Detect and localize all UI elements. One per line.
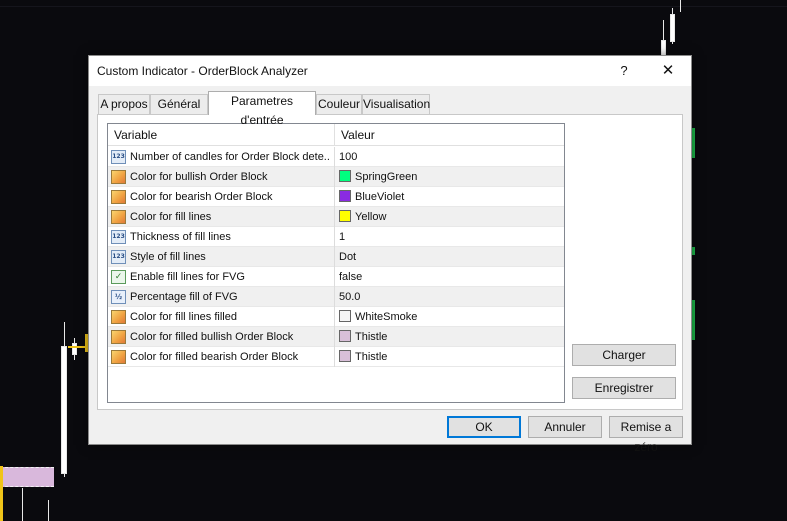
dialog-titlebar[interactable]: Custom Indicator - OrderBlock Analyzer ?… — [89, 56, 691, 86]
candle-wick — [22, 488, 23, 521]
table-row[interactable]: Color for bearish Order Block BlueViolet — [108, 187, 564, 207]
table-row[interactable]: Color for fill lines Yellow — [108, 207, 564, 227]
close-button[interactable]: ✕ — [655, 61, 681, 81]
table-row[interactable]: Color for fill lines filled WhiteSmoke — [108, 307, 564, 327]
table-row[interactable]: 123 Thickness of fill lines 1 — [108, 227, 564, 247]
row-value[interactable]: 50.0 — [339, 287, 360, 307]
row-value[interactable]: Thistle — [355, 327, 387, 347]
numeric-icon: 123 — [111, 150, 126, 164]
fill-line — [0, 466, 3, 521]
row-variable-name: Number of candles for Order Block dete..… — [130, 151, 330, 163]
row-variable-name: Color for fill lines — [130, 211, 212, 223]
color-swatch[interactable] — [339, 190, 351, 202]
row-value[interactable]: SpringGreen — [355, 167, 417, 187]
chart-grid-line — [0, 6, 787, 7]
table-row[interactable]: ✓ Enable fill lines for FVG false — [108, 267, 564, 287]
candle-body — [670, 14, 675, 42]
color-icon — [111, 350, 126, 364]
row-value[interactable]: Yellow — [355, 207, 386, 227]
row-variable-name: Color for bullish Order Block — [130, 171, 268, 183]
column-header-variable[interactable]: Variable — [108, 124, 334, 146]
numeric-icon: 123 — [111, 250, 126, 264]
candle-wick — [680, 0, 681, 12]
row-value[interactable]: WhiteSmoke — [355, 307, 417, 327]
cancel-button[interactable]: Annuler — [528, 416, 602, 438]
color-icon — [111, 310, 126, 324]
row-variable-name: Thickness of fill lines — [130, 231, 231, 243]
row-value[interactable]: 1 — [339, 227, 345, 247]
grid-header: Variable Valeur — [108, 124, 564, 146]
row-variable-name: Color for bearish Order Block — [130, 191, 273, 203]
tab-a-propos[interactable]: A propos — [98, 94, 150, 114]
tab-visualisation[interactable]: Visualisation — [362, 94, 430, 114]
row-value[interactable]: 100 — [339, 147, 357, 167]
row-variable-name: Color for filled bullish Order Block — [130, 331, 294, 343]
color-icon — [111, 170, 126, 184]
row-value[interactable]: false — [339, 267, 362, 287]
row-value[interactable]: BlueViolet — [355, 187, 404, 207]
color-swatch[interactable] — [339, 170, 351, 182]
tab-panel: Variable Valeur 123 Number of candles for… — [97, 114, 683, 410]
indicator-dialog: Custom Indicator - OrderBlock Analyzer ?… — [88, 55, 692, 454]
color-swatch[interactable] — [339, 330, 351, 342]
candle-wick — [48, 500, 49, 521]
color-icon — [111, 210, 126, 224]
save-button[interactable]: Enregistrer — [572, 377, 676, 399]
row-variable-name: Color for fill lines filled — [130, 311, 237, 323]
color-swatch[interactable] — [339, 210, 351, 222]
candle-body — [72, 343, 77, 355]
ok-button[interactable]: OK — [447, 416, 521, 438]
table-row[interactable]: 123 Style of fill lines Dot — [108, 247, 564, 267]
candle-body — [61, 346, 67, 474]
color-swatch[interactable] — [339, 310, 351, 322]
row-variable-name: Color for filled bearish Order Block — [130, 351, 299, 363]
table-row[interactable]: Color for filled bullish Order Block This… — [108, 327, 564, 347]
row-variable-name: Enable fill lines for FVG — [130, 271, 245, 283]
help-button[interactable]: ? — [611, 61, 637, 81]
tab-couleur[interactable]: Couleur — [316, 94, 362, 114]
reset-button[interactable]: Remise a zéro — [609, 416, 683, 454]
dialog-title: Custom Indicator - OrderBlock Analyzer — [97, 64, 308, 78]
tab-general[interactable]: Général — [150, 94, 208, 114]
load-button[interactable]: Charger — [572, 344, 676, 366]
color-icon — [111, 330, 126, 344]
row-value[interactable]: Thistle — [355, 347, 387, 367]
order-block-box — [0, 467, 54, 487]
row-variable-name: Percentage fill of FVG — [130, 291, 238, 303]
table-row[interactable]: 123 Number of candles for Order Block det… — [108, 147, 564, 167]
parameters-grid: Variable Valeur 123 Number of candles for… — [107, 123, 565, 403]
color-swatch[interactable] — [339, 350, 351, 362]
color-icon — [111, 190, 126, 204]
row-variable-name: Style of fill lines — [130, 251, 206, 263]
table-row[interactable]: Color for bullish Order Block SpringGreen — [108, 167, 564, 187]
fraction-icon: ½ — [111, 290, 126, 304]
row-value[interactable]: Dot — [339, 247, 356, 267]
table-row[interactable]: Color for filled bearish Order Block This… — [108, 347, 564, 367]
tab-parametres-entree[interactable]: Parametres d'entrée — [208, 91, 316, 127]
table-row[interactable]: ½ Percentage fill of FVG 50.0 — [108, 287, 564, 307]
column-header-valeur[interactable]: Valeur — [335, 124, 564, 146]
candle-body — [661, 40, 666, 56]
boolean-icon: ✓ — [111, 270, 126, 284]
numeric-icon: 123 — [111, 230, 126, 244]
